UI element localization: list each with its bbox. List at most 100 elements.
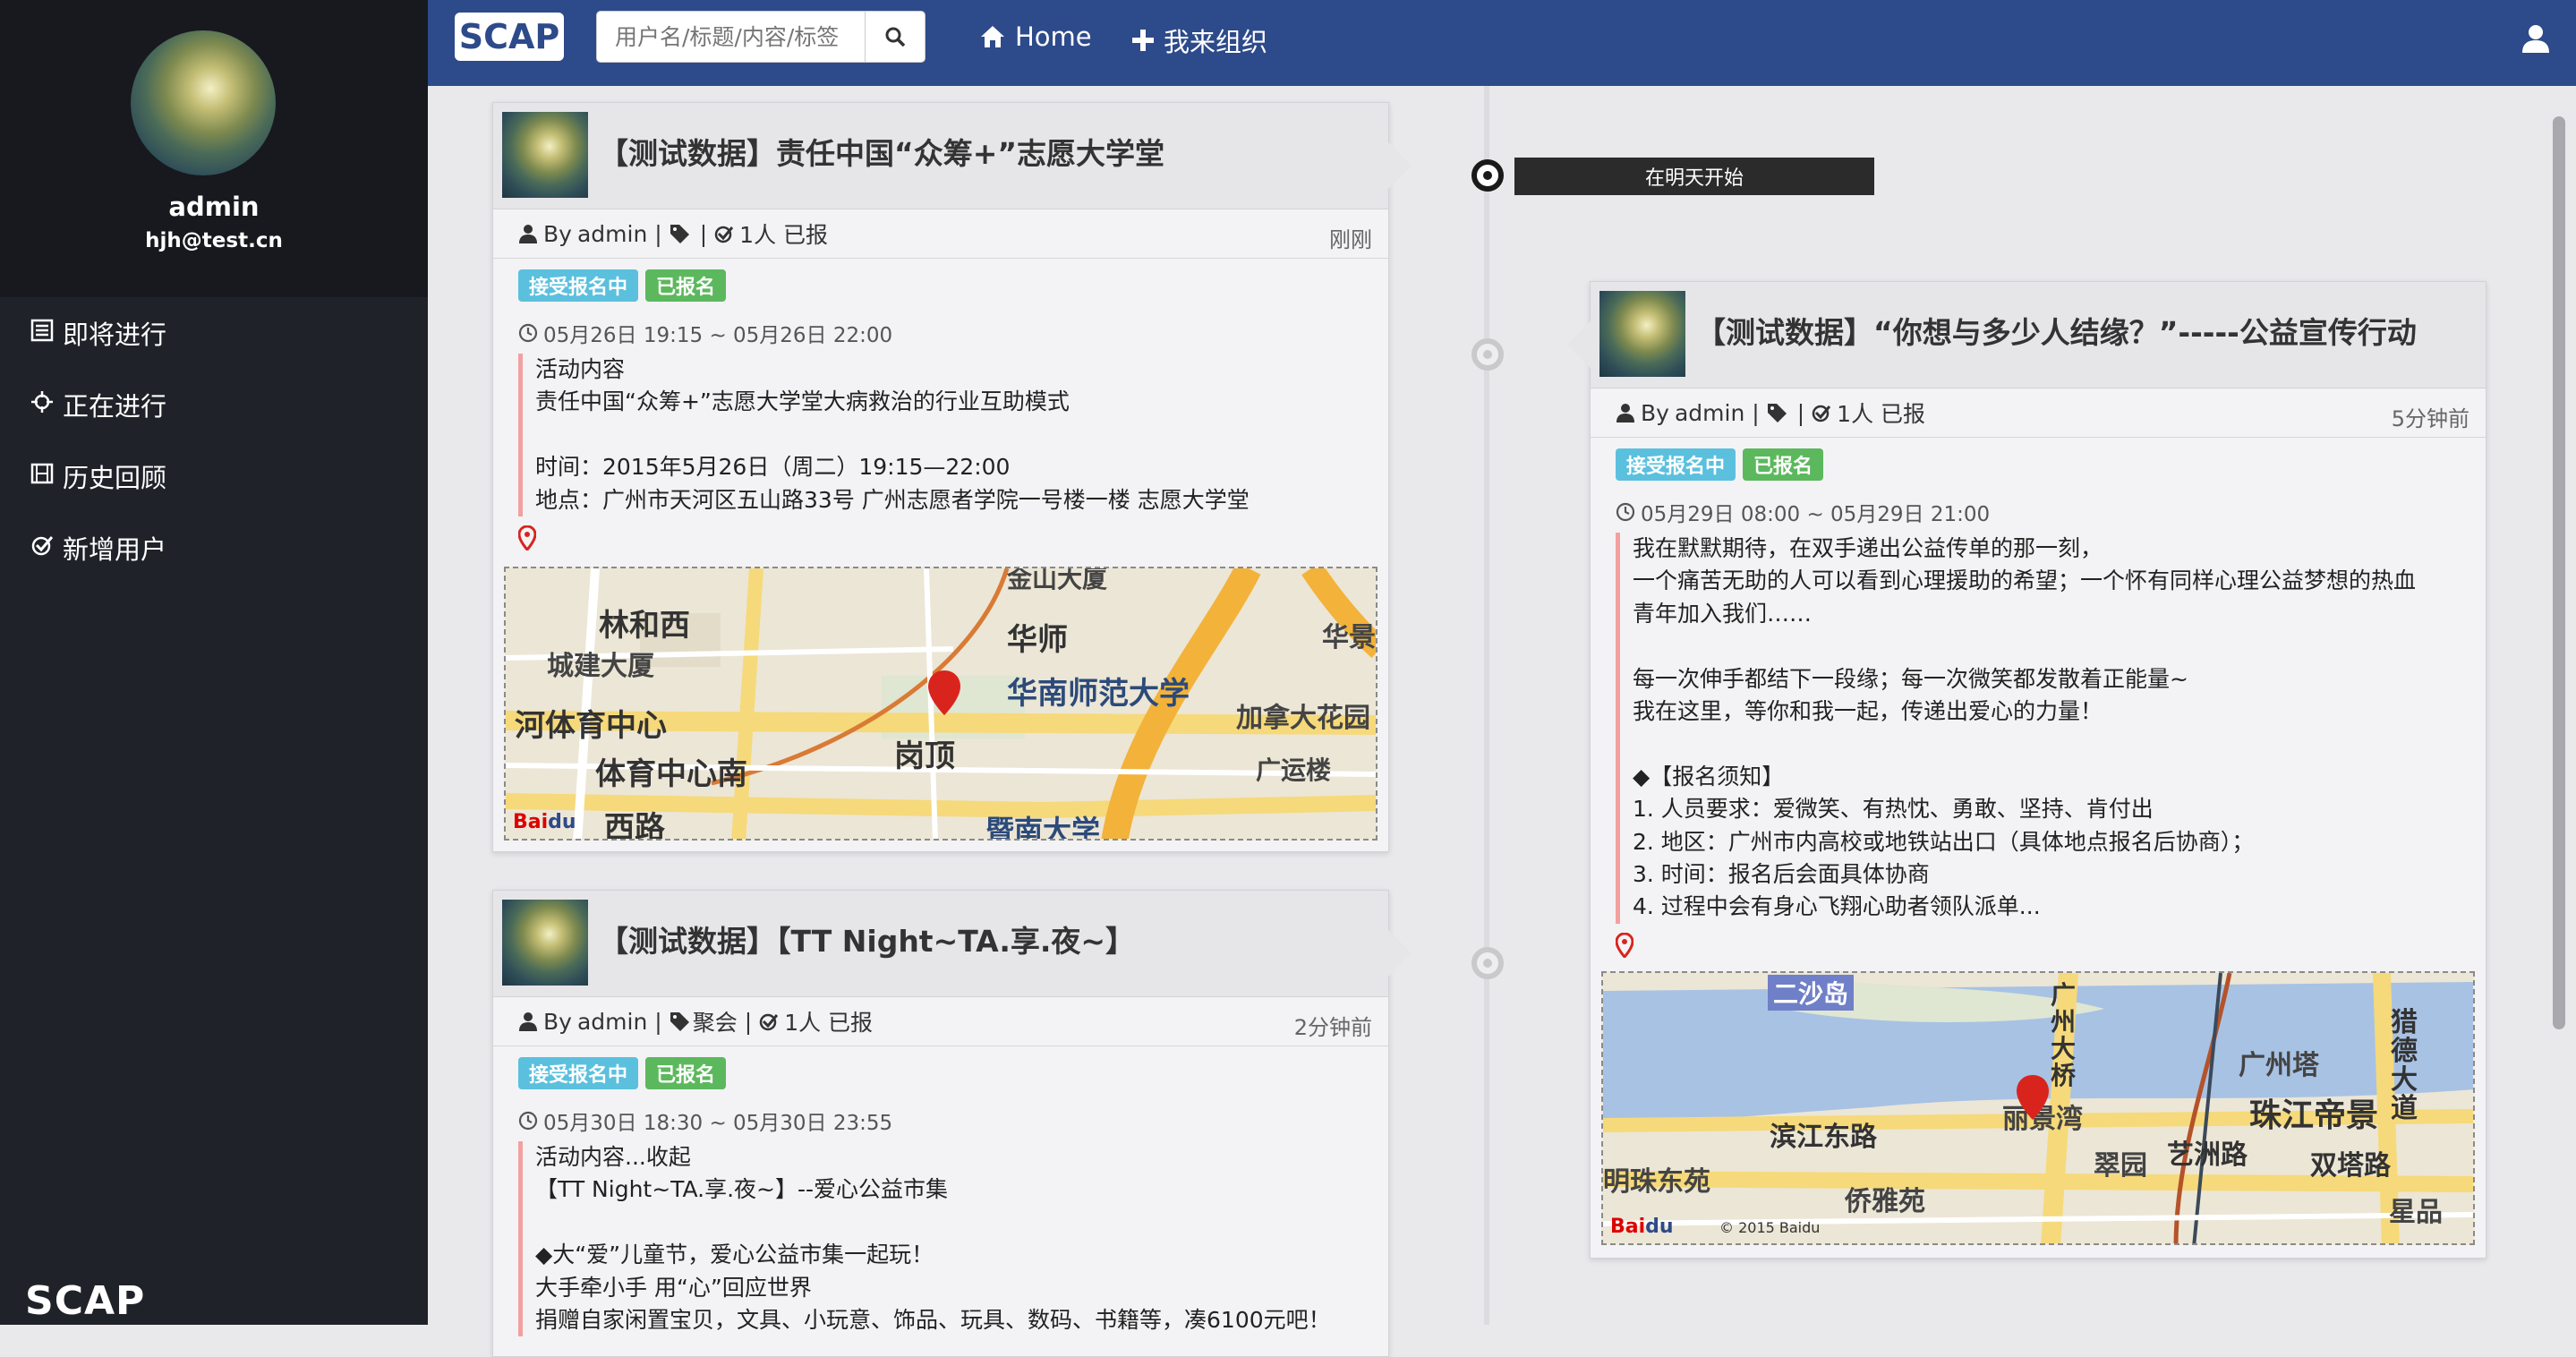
sidebar: admin hjh@test.cn 即将进行 正在进行 历史回顾 新增用户 SC… xyxy=(0,0,428,1325)
map-label: 翠园 xyxy=(2094,1150,2147,1182)
event-tags[interactable]: 聚会 xyxy=(693,1005,738,1037)
status-badge-joined: 已报名 xyxy=(645,269,727,302)
film-icon xyxy=(30,462,63,491)
map-label: 明珠东苑 xyxy=(1603,1166,1710,1198)
tags-icon xyxy=(1767,404,1787,422)
home-link[interactable]: Home xyxy=(979,21,1092,52)
sidebar-item-label: 新增用户 xyxy=(63,534,167,565)
event-card[interactable]: 【测试数据】“你想与多少人结缘？”-----公益宣传行动 By admin | … xyxy=(1567,281,2486,1259)
user-icon xyxy=(519,1012,537,1031)
sidebar-brand: SCAP xyxy=(25,1278,146,1324)
sidebar-item-ongoing[interactable]: 正在进行 xyxy=(0,369,428,440)
search-input[interactable] xyxy=(597,12,866,62)
description-line: ◆大“爱”儿童节，爱心公益市集一起玩！ xyxy=(535,1242,934,1268)
check-icon xyxy=(714,226,734,243)
map-label: 侨雅苑 xyxy=(1845,1186,1925,1217)
map-provider-logo: Baidu xyxy=(513,811,576,833)
event-map[interactable]: 林和西 城建大厦 河体育中心 体育中心南 西路 华师 华南师范大学 岗顶 加拿大… xyxy=(504,567,1378,841)
sidebar-item-label: 历史回顾 xyxy=(63,463,167,493)
sidebar-item-label: 正在进行 xyxy=(63,391,167,422)
description-line xyxy=(535,419,1363,451)
map-label: 河体育中心 xyxy=(515,708,667,744)
event-card[interactable]: 【测试数据】【TT Night~TA.享.夜~】 By admin | 聚会 |… xyxy=(492,890,1412,1357)
map-label: 华南师范大学 xyxy=(1007,676,1190,712)
organize-link[interactable]: 我来组织 xyxy=(1131,21,1267,59)
sidebar-item-upcoming[interactable]: 即将进行 xyxy=(0,297,428,369)
map-label: 猎德大道 xyxy=(2391,1007,2418,1124)
sidebar-item-history[interactable]: 历史回顾 xyxy=(0,440,428,512)
map-label: 西路 xyxy=(604,810,665,841)
event-time-text: 05月30日 18:30 ~ 05月30日 23:55 xyxy=(543,1112,893,1135)
event-time: 05月29日 08:00 ~ 05月29日 21:00 xyxy=(1616,499,2461,526)
timeline-badge: 在明天开始 xyxy=(1514,158,1874,195)
author-link[interactable]: admin xyxy=(1675,400,1744,426)
status-badge-joined: 已报名 xyxy=(645,1057,727,1089)
event-description: 我在默默期待，在双手递出公益传单的那一刻， 一个痛苦无助的人可以看到心理援助的希… xyxy=(1616,533,2461,924)
card-pointer xyxy=(1567,321,1591,368)
location-pin-icon xyxy=(1615,932,2461,960)
sidebar-item-add-user[interactable]: 新增用户 xyxy=(0,512,428,584)
author-prefix: By xyxy=(543,220,572,247)
scrollbar-thumb[interactable] xyxy=(2553,116,2565,1029)
description-line: 4. 过程中会有身心飞翔心助者领队派单... xyxy=(1633,893,2041,920)
card-pointer xyxy=(1388,142,1412,189)
map-label: 林和西 xyxy=(599,608,690,644)
event-thumbnail[interactable] xyxy=(1599,291,1685,377)
profile-username: admin xyxy=(168,192,260,222)
event-title[interactable]: 【测试数据】【TT Night~TA.享.夜~】 xyxy=(599,917,1135,960)
event-description: 活动内容 责任中国“众筹+”志愿大学堂大病救治的行业互助模式 时间：2015年5… xyxy=(518,354,1363,517)
avatar[interactable] xyxy=(131,30,276,175)
event-title[interactable]: 【测试数据】“你想与多少人结缘？”-----公益宣传行动 xyxy=(1696,309,2417,352)
map-label: 珠江帝景 xyxy=(2249,1097,2379,1134)
search-icon xyxy=(885,27,906,47)
description-line: 地点：广州市天河区五山路33号 广州志愿者学院一号楼一楼 志愿大学堂 xyxy=(535,486,1250,513)
author-link[interactable]: admin xyxy=(577,221,647,247)
card-meta: By admin | | 1人 已报 刚刚 xyxy=(493,209,1388,259)
description-line xyxy=(535,1207,1363,1239)
description-line: 每一次伸手都结下一段缘；每一次微笑都发散着正能量~ xyxy=(1633,665,2188,692)
description-line: 活动内容 xyxy=(535,356,626,382)
event-thumbnail[interactable] xyxy=(502,112,588,198)
posted-time: 5分钟前 xyxy=(2391,406,2469,431)
description-line: 我在这里，等你和我一起，传递出爱心的力量！ xyxy=(1633,698,2103,725)
participants-count: 1人 已报 xyxy=(784,1010,874,1036)
card-meta: By admin | | 1人 已报 5分钟前 xyxy=(1591,388,2486,438)
description-line: 时间：2015年5月26日（周二）19:15—22:00 xyxy=(535,454,1011,481)
check-circle-icon xyxy=(30,533,63,563)
search-box xyxy=(596,11,925,63)
map-label: 星品 xyxy=(2389,1197,2443,1228)
event-time-text: 05月29日 08:00 ~ 05月29日 21:00 xyxy=(1641,503,1991,526)
location-pin-icon xyxy=(517,525,1363,552)
logo[interactable]: SCAP xyxy=(455,13,564,61)
event-card[interactable]: 【测试数据】责任中国“众筹+”志愿大学堂 By admin | | 1人 已报 … xyxy=(492,102,1412,852)
author-link[interactable]: admin xyxy=(577,1009,647,1035)
organize-label: 我来组织 xyxy=(1164,27,1268,57)
card-header: 【测试数据】【TT Night~TA.享.夜~】 xyxy=(493,891,1412,997)
map-marker-icon[interactable] xyxy=(2015,1073,2051,1125)
map-provider-logo: Baidu xyxy=(1610,1216,1674,1238)
clock-icon xyxy=(518,323,538,343)
search-button[interactable] xyxy=(865,12,925,62)
map-label: 广运楼 xyxy=(1256,755,1332,785)
participants-count: 1人 已报 xyxy=(1837,401,1926,427)
map-label: 广州大桥 xyxy=(2051,980,2077,1090)
event-time: 05月26日 19:15 ~ 05月26日 22:00 xyxy=(518,320,1363,347)
description-line: 2. 地区：广州市内高校或地铁站出口（具体地点报名后协商）； xyxy=(1633,828,2255,855)
profile-email: hjh@test.cn xyxy=(145,229,283,252)
map-marker-icon[interactable] xyxy=(926,669,962,721)
event-thumbnail[interactable] xyxy=(502,900,588,986)
crosshair-icon xyxy=(30,390,63,420)
posted-time: 刚刚 xyxy=(1329,227,1372,252)
clock-icon xyxy=(1616,502,1635,522)
user-icon xyxy=(519,225,537,243)
description-line: 1. 人员要求：爱微笑、有热忱、勇敢、坚持、肯付出 xyxy=(1633,796,2154,823)
event-title[interactable]: 【测试数据】责任中国“众筹+”志愿大学堂 xyxy=(599,130,1164,173)
card-meta: By admin | 聚会 | 1人 已报 2分钟前 xyxy=(493,997,1388,1046)
card-body: 接受报名中 已报名 05月26日 19:15 ~ 05月26日 22:00 活动… xyxy=(493,259,1388,552)
description-line xyxy=(1633,728,2461,760)
event-map[interactable]: 二沙岛 广州大桥 广州塔 猎德大道 珠江帝景 滨江东路 丽景湾 艺洲路 明珠东苑… xyxy=(1601,971,2475,1245)
timeline-line xyxy=(1484,86,1489,1325)
description-line: 【TT Night~TA.享.夜~】--爱心公益市集 xyxy=(535,1176,949,1203)
map-label: 加拿大花园 xyxy=(1236,703,1370,734)
user-menu-button[interactable] xyxy=(2521,23,2551,57)
